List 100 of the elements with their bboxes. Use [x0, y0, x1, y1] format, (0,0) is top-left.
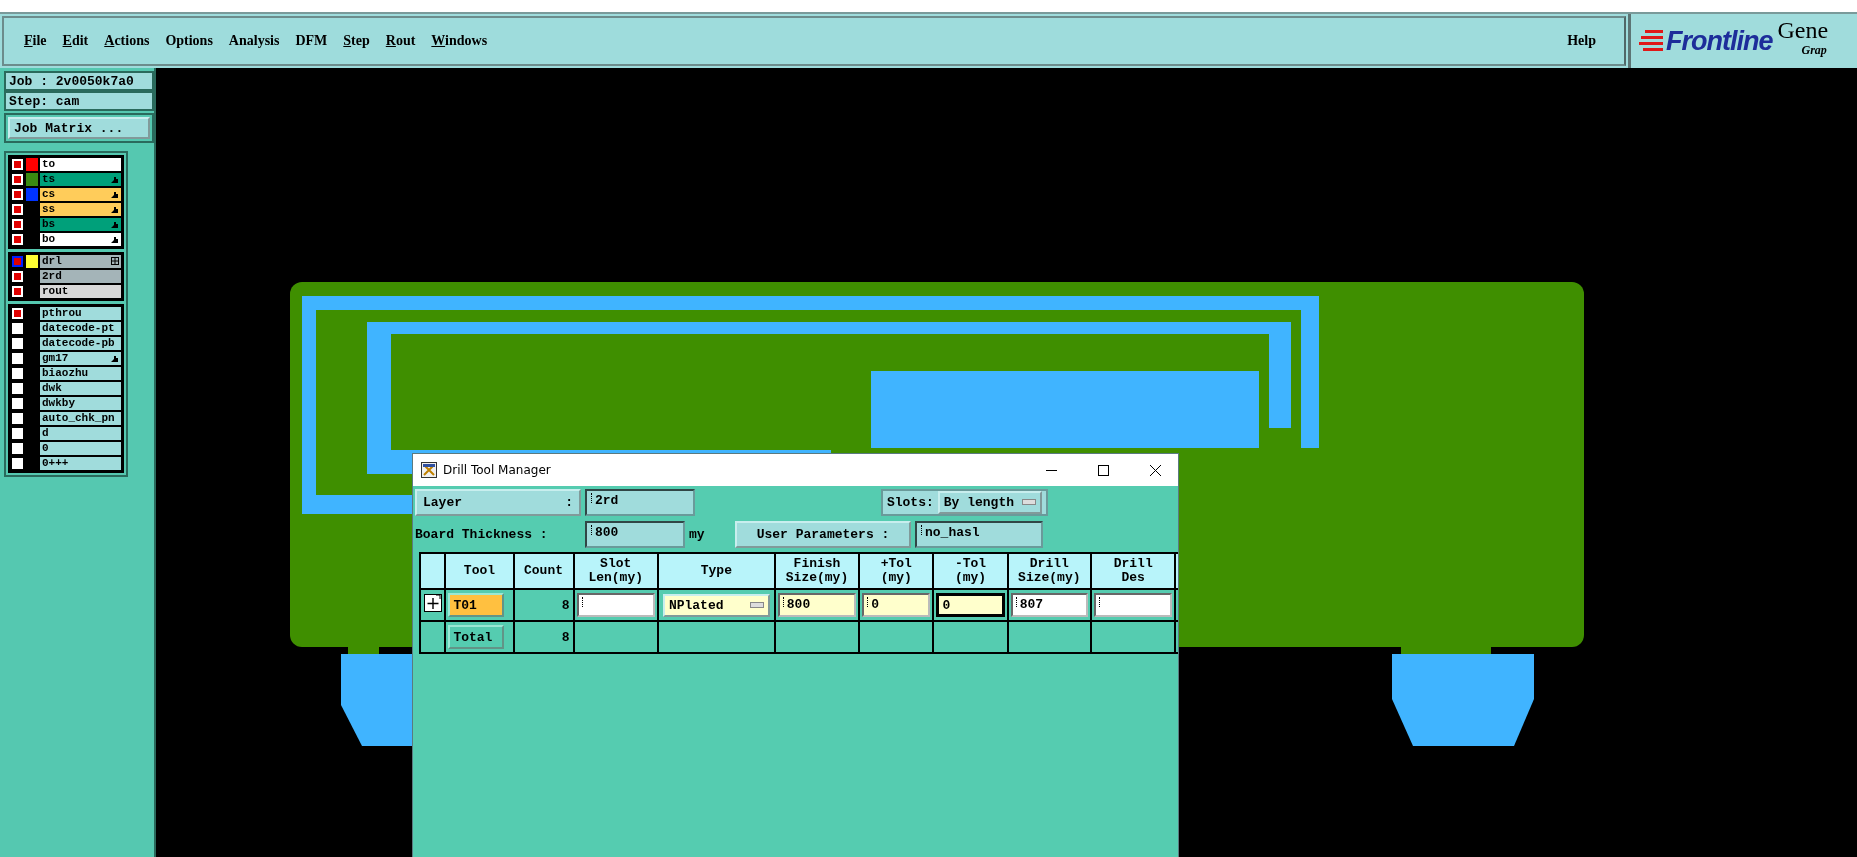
user-parameters-button[interactable]: User Parameters :	[735, 520, 911, 548]
layer-checkbox[interactable]	[11, 285, 24, 298]
layer-name-text: d	[42, 427, 49, 440]
layer-name[interactable]: ts	[40, 173, 121, 186]
layer-checkbox[interactable]	[11, 367, 24, 380]
input-field[interactable]: 807	[1010, 593, 1088, 617]
layer-name[interactable]: dwkby	[40, 397, 121, 410]
table-cell: 8	[513, 621, 574, 653]
layer-checkbox[interactable]	[11, 322, 24, 335]
menu-item[interactable]: Step	[343, 33, 370, 49]
layer-name[interactable]: to	[40, 158, 121, 171]
job-matrix-button[interactable]: Job Matrix ...	[8, 117, 150, 139]
layer-name[interactable]: bo	[40, 233, 121, 246]
layer-checkbox[interactable]	[11, 270, 24, 283]
layer-name-text: biaozhu	[42, 367, 89, 380]
layer-checkbox[interactable]	[11, 337, 24, 350]
input-field[interactable]: 0	[936, 593, 1005, 617]
layer-checkbox[interactable]	[11, 382, 24, 395]
column-header: Finish Size(my)	[774, 553, 860, 589]
layer-name-text: 0+++	[42, 457, 69, 470]
layer-name-text: 2rd	[42, 270, 62, 283]
slots-dropdown[interactable]: By length	[937, 490, 1042, 514]
maximize-icon	[1097, 464, 1109, 476]
layer-name-text: to	[42, 158, 56, 171]
layer-name[interactable]: cs	[40, 188, 121, 201]
layer-checkbox[interactable]	[11, 173, 24, 186]
app-icon	[421, 462, 437, 478]
product-subtitle: Grap	[1800, 42, 1828, 58]
help-menu[interactable]: Help	[1567, 33, 1596, 49]
layer-name-text: ts	[42, 173, 56, 186]
layer-name[interactable]: bs	[40, 218, 121, 231]
layer-name-text: gm17	[42, 352, 69, 365]
layer-name[interactable]: biaozhu	[40, 367, 121, 380]
user-parameters-field[interactable]: no_hasl	[915, 520, 1043, 548]
table-cell: 8	[513, 589, 574, 621]
menu-item[interactable]: DFM	[295, 33, 328, 49]
thickness-label: Board Thickness :	[415, 526, 549, 542]
menu-item[interactable]: Options	[165, 33, 213, 49]
layer-checkbox[interactable]	[11, 442, 24, 455]
layer-name[interactable]: rout	[40, 285, 121, 298]
layer-name-text: bs	[42, 218, 56, 231]
layer-name[interactable]: dwk	[40, 382, 121, 395]
column-header: Slot Len(my)	[573, 553, 658, 589]
layer-checkbox[interactable]	[11, 255, 24, 268]
step-label: Step: cam	[4, 91, 154, 111]
menu-item[interactable]: Rout	[385, 33, 416, 49]
layer-checkbox[interactable]	[11, 427, 24, 440]
layer-checkbox[interactable]	[11, 188, 24, 201]
layer-name-text: dwk	[42, 382, 62, 395]
layer-checkbox[interactable]	[11, 457, 24, 470]
input-field[interactable]	[576, 593, 655, 617]
column-header: -Tol (my)	[933, 553, 1008, 589]
layer-name[interactable]: drl	[40, 255, 121, 268]
input-field[interactable]: 800	[777, 593, 857, 617]
layer-name[interactable]: 0+++	[40, 457, 121, 470]
thickness-field[interactable]: 800	[585, 520, 685, 548]
type-dropdown[interactable]: NPlated	[662, 593, 770, 617]
expand-icon	[423, 593, 442, 612]
column-header: Type	[657, 553, 775, 589]
layer-checkbox[interactable]	[11, 158, 24, 171]
total-button[interactable]: Total	[448, 625, 505, 649]
layer-checkbox[interactable]	[11, 233, 24, 246]
column-header: Tool	[445, 553, 514, 589]
layer-name-text: bo	[42, 233, 56, 246]
layer-field[interactable]: 2rd	[585, 488, 695, 516]
layer-checkbox[interactable]	[11, 352, 24, 365]
layer-checkbox[interactable]	[11, 412, 24, 425]
layer-name[interactable]: d	[40, 427, 121, 440]
menu-item[interactable]: Analysis	[228, 33, 280, 49]
layer-name-text: ss	[42, 203, 56, 216]
column-header: Drill Des	[1091, 553, 1176, 589]
input-field[interactable]	[1094, 593, 1173, 617]
grid-box-icon	[111, 257, 119, 265]
layer-name[interactable]: pthrou	[40, 307, 121, 320]
layer-checkbox[interactable]	[11, 218, 24, 231]
layer-checkbox[interactable]	[11, 307, 24, 320]
layer-name-text: pthrou	[42, 307, 82, 320]
input-field[interactable]: 0	[862, 593, 931, 617]
product-name: Gene	[1777, 16, 1829, 43]
column-header: Drill Size(my)	[1007, 553, 1091, 589]
column-header: +Tol (my)	[859, 553, 934, 589]
job-label: Job : 2v0050k7a0	[4, 71, 154, 91]
menu-item[interactable]: Windows	[431, 33, 488, 49]
unit-label: my	[689, 526, 706, 542]
column-header: Count	[513, 553, 574, 589]
menu-item[interactable]: Edit	[62, 33, 89, 49]
layer-checkbox[interactable]	[11, 203, 24, 216]
layer-name[interactable]: 0	[40, 442, 121, 455]
layer-name[interactable]: ss	[40, 203, 121, 216]
layer-checkbox[interactable]	[11, 397, 24, 410]
layer-name[interactable]: gm17	[40, 352, 121, 365]
menu-item[interactable]: Actions	[104, 33, 150, 49]
tool-button[interactable]: T01	[448, 593, 505, 617]
slots-label: Slots:	[886, 494, 934, 510]
menu-item[interactable]: File	[24, 33, 47, 49]
layer-name[interactable]: 2rd	[40, 270, 121, 283]
pointer-icon	[110, 354, 119, 363]
layer-button[interactable]: Layer :	[415, 488, 581, 516]
window-title: Drill Tool Manager	[443, 463, 551, 477]
brand-name: Frontline	[1666, 25, 1773, 57]
